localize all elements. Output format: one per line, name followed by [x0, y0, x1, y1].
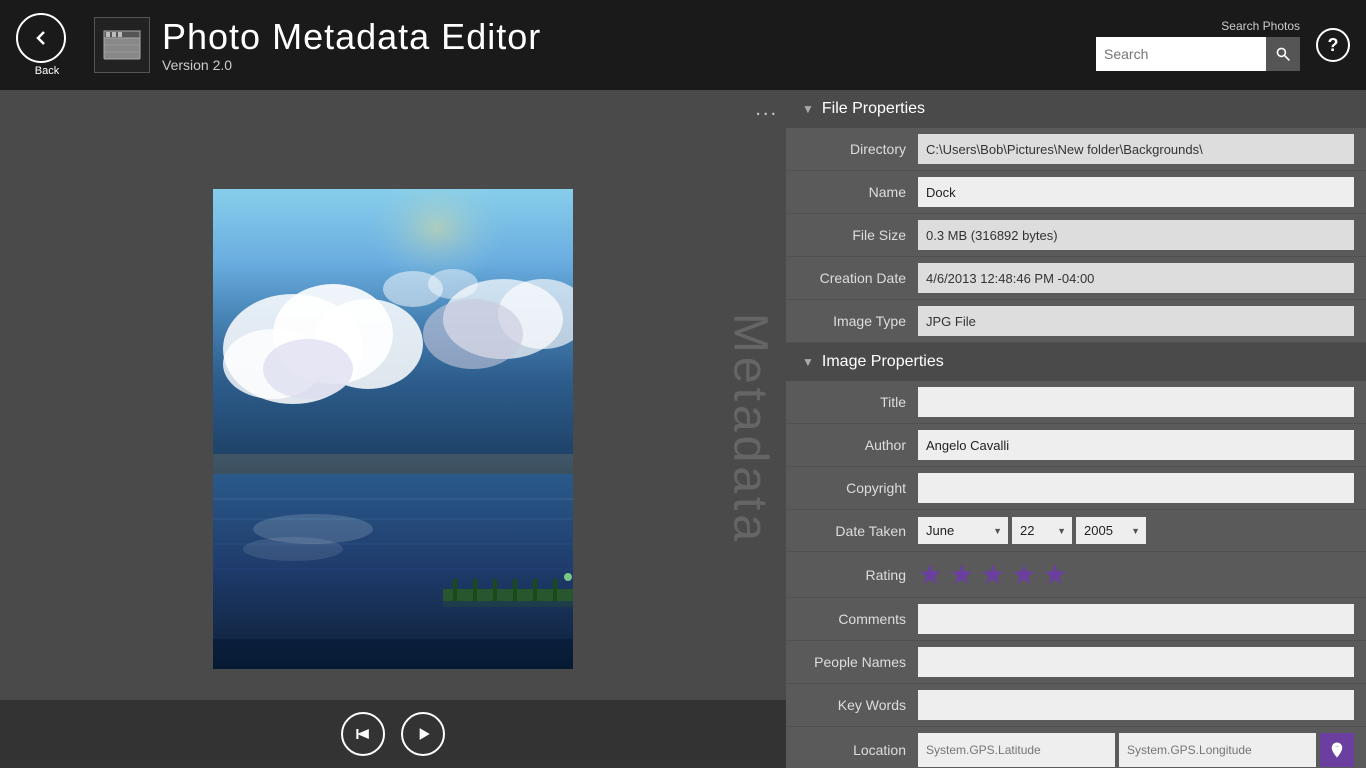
- creation-date-value[interactable]: [918, 263, 1354, 293]
- location-inputs: [918, 733, 1354, 767]
- app-icon: [94, 17, 150, 73]
- back-button[interactable]: [16, 13, 66, 63]
- key-words-label: Key Words: [798, 697, 918, 713]
- filesize-value[interactable]: [918, 220, 1354, 250]
- image-type-value[interactable]: [918, 306, 1354, 336]
- app-title-wrap: Photo Metadata Editor Version 2.0: [162, 17, 1096, 73]
- title-value[interactable]: [918, 387, 1354, 417]
- year-select[interactable]: 2000200120022003200420052006200720082009…: [1076, 517, 1146, 544]
- search-input[interactable]: [1096, 40, 1266, 68]
- title-field-row: Title: [786, 381, 1366, 424]
- file-properties-header[interactable]: ▼ File Properties: [786, 90, 1366, 128]
- photo-preview-container: [213, 189, 573, 669]
- search-input-wrap: [1096, 37, 1300, 71]
- comments-value[interactable]: [918, 604, 1354, 634]
- filesize-label: File Size: [798, 227, 918, 243]
- image-properties-chevron: ▼: [802, 355, 814, 369]
- photo-preview: [213, 189, 573, 669]
- year-select-wrap: 2000200120022003200420052006200720082009…: [1076, 517, 1146, 544]
- image-type-label: Image Type: [798, 313, 918, 329]
- app-title: Photo Metadata Editor: [162, 17, 1096, 57]
- image-controls: [0, 700, 786, 768]
- filesize-field-row: File Size: [786, 214, 1366, 257]
- image-properties-title: Image Properties: [822, 353, 944, 371]
- key-words-value[interactable]: [918, 690, 1354, 720]
- author-field-row: Author: [786, 424, 1366, 467]
- left-panel: ... Metadata: [0, 90, 786, 768]
- image-type-field-row: Image Type: [786, 300, 1366, 343]
- latitude-input[interactable]: [918, 733, 1115, 767]
- search-label: Search Photos: [1221, 19, 1300, 33]
- location-pin-button[interactable]: [1320, 733, 1354, 767]
- star-4[interactable]: ★: [1011, 558, 1036, 591]
- name-label: Name: [798, 184, 918, 200]
- title-label: Title: [798, 394, 918, 410]
- people-names-label: People Names: [798, 654, 918, 670]
- month-select-wrap: JanuaryFebruaryMarchAprilMayJuneJulyAugu…: [918, 517, 1008, 544]
- back-label: Back: [35, 65, 59, 77]
- day-select[interactable]: 1234567891011121314151617181920212223242…: [1012, 517, 1072, 544]
- name-field-row: Name: [786, 171, 1366, 214]
- creation-date-label: Creation Date: [798, 270, 918, 286]
- star-2[interactable]: ★: [949, 558, 974, 591]
- people-names-field-row: People Names: [786, 641, 1366, 684]
- day-select-wrap: 1234567891011121314151617181920212223242…: [1012, 517, 1072, 544]
- play-button[interactable]: [401, 712, 445, 756]
- main-content: ... Metadata: [0, 90, 1366, 768]
- copyright-value[interactable]: [918, 473, 1354, 503]
- image-properties-header[interactable]: ▼ Image Properties: [786, 343, 1366, 381]
- name-value[interactable]: [918, 177, 1354, 207]
- file-properties-chevron: ▼: [802, 102, 814, 116]
- comments-field-row: Comments: [786, 598, 1366, 641]
- copyright-field-row: Copyright: [786, 467, 1366, 510]
- author-label: Author: [798, 437, 918, 453]
- copyright-label: Copyright: [798, 480, 918, 496]
- month-select[interactable]: JanuaryFebruaryMarchAprilMayJuneJulyAugu…: [918, 517, 1008, 544]
- star-3[interactable]: ★: [980, 558, 1005, 591]
- date-taken-field-row: Date Taken JanuaryFebruaryMarchAprilMayJ…: [786, 510, 1366, 552]
- rating-field-row: Rating ★ ★ ★ ★ ★: [786, 552, 1366, 598]
- rating-label: Rating: [798, 567, 918, 583]
- app-header: Back Photo Metadata Editor Version 2.0 S…: [0, 0, 1366, 90]
- star-5[interactable]: ★: [1042, 558, 1067, 591]
- location-field-row: Location: [786, 727, 1366, 768]
- app-version: Version 2.0: [162, 57, 1096, 73]
- search-button[interactable]: [1266, 37, 1300, 71]
- location-label: Location: [798, 742, 918, 758]
- people-names-value[interactable]: [918, 647, 1354, 677]
- search-area: Search Photos: [1096, 19, 1300, 71]
- prev-button[interactable]: [341, 712, 385, 756]
- creation-date-field-row: Creation Date: [786, 257, 1366, 300]
- more-options-button[interactable]: ...: [755, 98, 778, 121]
- right-panel: ▼ File Properties Directory Name File Si…: [786, 90, 1366, 768]
- directory-field-row: Directory: [786, 128, 1366, 171]
- author-value[interactable]: [918, 430, 1354, 460]
- file-properties-title: File Properties: [822, 100, 925, 118]
- comments-label: Comments: [798, 611, 918, 627]
- star-1[interactable]: ★: [918, 558, 943, 591]
- watermark: Metadata: [722, 313, 777, 545]
- help-button[interactable]: ?: [1316, 28, 1350, 62]
- directory-value[interactable]: [918, 134, 1354, 164]
- date-taken-label: Date Taken: [798, 523, 918, 539]
- stars-wrap: ★ ★ ★ ★ ★: [918, 558, 1068, 591]
- date-selects: JanuaryFebruaryMarchAprilMayJuneJulyAugu…: [918, 517, 1354, 544]
- directory-label: Directory: [798, 141, 918, 157]
- longitude-input[interactable]: [1119, 733, 1316, 767]
- key-words-field-row: Key Words: [786, 684, 1366, 727]
